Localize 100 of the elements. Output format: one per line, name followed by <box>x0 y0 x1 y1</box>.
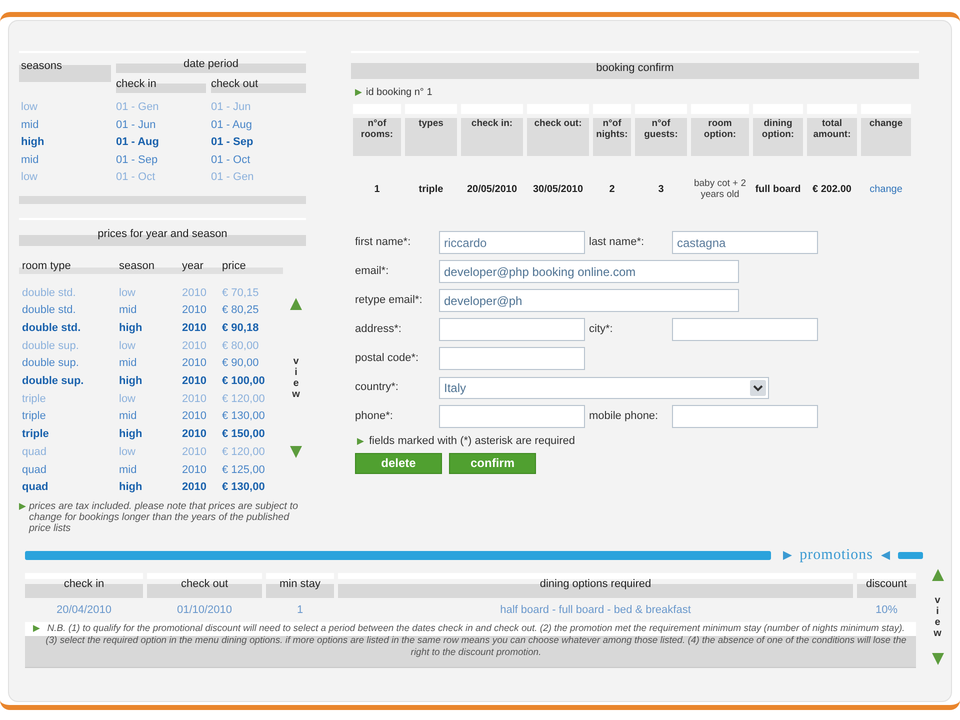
field-label: address*: <box>355 322 402 338</box>
chevron-down-icon <box>750 380 766 396</box>
column-header: change <box>861 104 911 156</box>
change-link[interactable]: change <box>861 182 911 196</box>
field-label: phone*: <box>355 409 394 424</box>
triangle-left-icon <box>881 550 890 560</box>
table-cell-text: quad <box>21 462 48 478</box>
input-field[interactable]: riccardo <box>439 231 585 254</box>
field-label: city*: <box>589 322 614 338</box>
scroll-down-icon[interactable] <box>932 653 944 665</box>
note-text: N.B. (1) to qualify for the promotional discount will need to select a period between the dates check in and check out. (2) the promotion met the requirement minimum stay (number of nights minimum stay). (3) select the required option in the menu dining options. if more options are listed in the same row means you can choose whatever among those listed. (4) the absence of one of the conditions will lose the right to the discount promotion. <box>44 623 908 659</box>
table-cell-text: high <box>118 320 144 336</box>
table-cell-text: triple <box>21 427 50 442</box>
table-cell-text: 01 - Sep <box>116 152 159 168</box>
table-cell-text: € 100,00 <box>221 374 266 390</box>
scroller-label: view <box>292 356 300 400</box>
scroll-up-icon[interactable] <box>932 569 944 581</box>
table-cell-text: 10% <box>874 602 899 618</box>
table-cell-text: high <box>118 374 144 390</box>
table-cell-text: 2010 <box>181 320 208 336</box>
table-cell-text: low <box>118 444 137 460</box>
table-cell-text: double std. <box>21 303 77 318</box>
table-cell-text: 1 <box>296 602 304 618</box>
table-cell-text: double std. <box>21 286 77 300</box>
table-cell-text: € 80,25 <box>221 303 260 318</box>
table-cell-text: € 70,15 <box>221 286 260 300</box>
table-cell-text: 20/04/2010 <box>55 602 113 618</box>
table-cell-text: 01 - Gen <box>211 170 255 185</box>
column-header: check out <box>147 573 262 598</box>
column-header: check in <box>116 76 206 93</box>
table-cell-text: low <box>118 338 137 354</box>
input-field[interactable]: castagna <box>672 231 818 254</box>
field-label: retype email*: <box>355 293 424 308</box>
table-cell-text: 2010 <box>181 480 208 496</box>
table-cell-text: 01 - Oct <box>211 152 252 168</box>
table-cell-text: full board <box>754 182 802 196</box>
table-cell-text: 2010 <box>181 356 208 372</box>
form-button[interactable]: delete <box>355 452 442 474</box>
table-cell-text: 20/05/2010 <box>466 182 518 196</box>
table-cell-text: € 125,00 <box>221 462 266 478</box>
scroll-up-icon[interactable] <box>290 298 302 310</box>
table-cell-text: € 150,00 <box>221 427 266 442</box>
table-cell-text: 2010 <box>181 409 208 424</box>
field-label: email*: <box>355 264 390 280</box>
table-cell-text: € 130,00 <box>221 480 266 496</box>
table-cell-text: 01 - Oct <box>116 170 156 185</box>
input-field[interactable]: developer@ph <box>439 289 739 312</box>
booking-id: id booking n° 1 <box>366 86 432 100</box>
table-cell-text: 01 - Jun <box>211 100 252 115</box>
table-cell-text: € 202.00 <box>812 182 852 196</box>
input-field[interactable] <box>439 318 585 341</box>
column-header: check out <box>211 76 306 93</box>
column-header: types <box>405 104 457 156</box>
column-header: dining option: <box>753 104 803 156</box>
table-cell-text: low <box>118 392 137 407</box>
table-cell-text: low <box>118 286 137 300</box>
table-cell-text: high <box>118 480 144 496</box>
column-header: total amount: <box>807 104 857 156</box>
column-header: check out: <box>527 104 589 156</box>
bullet-triangle-icon <box>357 438 364 445</box>
input-field[interactable] <box>439 405 585 428</box>
input-field[interactable] <box>672 405 818 428</box>
input-field[interactable] <box>672 318 818 341</box>
table-cell-text: 2010 <box>181 374 208 390</box>
scroller-label: view <box>934 595 942 639</box>
input-field[interactable]: developer@php booking online.com <box>439 260 739 283</box>
table-cell-text: double sup. <box>21 374 85 390</box>
input-field[interactable] <box>439 347 585 370</box>
field-label: last name*: <box>589 235 646 250</box>
table-cell-text: 2010 <box>181 392 208 407</box>
table-cell-text: 3 <box>657 182 665 196</box>
table-cell-text: 01 - Sep <box>211 135 254 150</box>
table-cell-text: high <box>118 427 144 442</box>
field-label: country*: <box>355 380 400 396</box>
table-cell-text: quad <box>21 444 48 460</box>
column-header: discount <box>857 573 916 598</box>
table-cell-text: € 90,00 <box>221 356 260 372</box>
table-cell-text: mid <box>118 356 138 372</box>
field-label: postal code*: <box>355 351 420 366</box>
table-cell-text: low <box>20 100 39 115</box>
section-title: promotions <box>800 546 873 565</box>
column-header: n°of guests: <box>635 104 687 156</box>
table-cell-text: 2010 <box>181 303 208 318</box>
scroll-down-icon[interactable] <box>290 446 302 458</box>
column-header: min stay <box>266 573 334 598</box>
table-cell-text: 2010 <box>181 286 208 300</box>
table-cell-text: € 90,18 <box>221 320 260 336</box>
note-text: fields marked with (*) asterisk are required <box>369 434 576 449</box>
table-cell-text: 01 - Jun <box>116 118 157 132</box>
note-text: prices are tax included. please note that prices are subject to change for bookings longer than the years of the published price lists <box>29 500 300 534</box>
table-cell-text: triple <box>21 392 47 407</box>
field-label: first name*: <box>355 235 412 250</box>
table-cell-text: mid <box>118 303 138 318</box>
table-cell-text: double sup. <box>21 338 80 354</box>
section-bar <box>898 552 923 558</box>
table-cell-text: mid <box>118 409 138 424</box>
country-select[interactable]: Italy <box>439 376 769 398</box>
table-cell-text: low <box>20 170 39 185</box>
table-cell-text: € 80,00 <box>221 338 260 354</box>
form-button[interactable]: confirm <box>449 452 536 474</box>
